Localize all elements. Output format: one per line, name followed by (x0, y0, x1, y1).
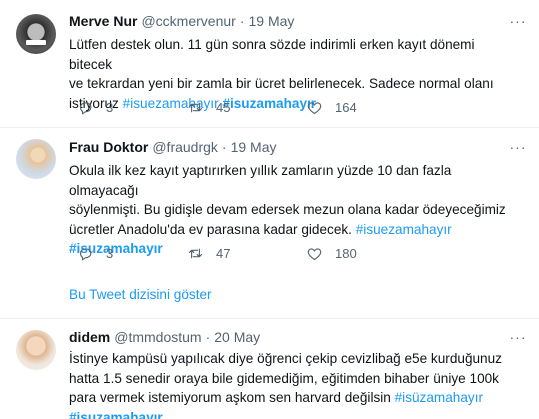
author-name[interactable]: Merve Nur (69, 13, 137, 29)
text-line: İstinye kampüsü yapılıcak diye öğrenci ç… (69, 351, 502, 366)
reply-icon (79, 247, 92, 260)
like-count: 180 (335, 245, 357, 261)
separator-dot: · (205, 329, 211, 345)
like-button[interactable]: 180 (306, 243, 357, 263)
retweet-button[interactable]: 45 (187, 97, 230, 117)
author-handle[interactable]: @cckmervenur (141, 13, 235, 29)
text-line: Lütfen destek olun. 11 gün sonra sözde i… (69, 37, 475, 72)
reply-icon (79, 101, 92, 114)
avatar[interactable] (16, 14, 56, 54)
hashtag-link[interactable]: #isüzamahayır (395, 390, 483, 405)
tweet-text: İstinye kampüsü yapılıcak diye öğrenci ç… (69, 349, 511, 419)
retweet-count: 45 (216, 99, 231, 115)
reply-button[interactable]: 3 (77, 243, 113, 263)
text-line: para vermek istemiyorum aşkom sen harvar… (69, 390, 395, 405)
separator-dot: · (239, 13, 245, 29)
retweet-count: 47 (216, 245, 231, 261)
retweet-icon (188, 102, 203, 112)
separator-dot: · (221, 139, 227, 155)
tweet-3[interactable]: didem @tmmdostum · 20 May ··· İstinye ka… (0, 319, 539, 419)
like-icon (307, 247, 322, 260)
tweet-1[interactable]: Merve Nur @cckmervenur · 19 May ··· Lütf… (0, 0, 539, 127)
author-handle[interactable]: @tmmdostum (114, 329, 201, 345)
timestamp[interactable]: 19 May (231, 139, 277, 155)
text-line: söylenmişti. Bu gidişle devam edersek me… (69, 202, 506, 217)
text-line: ücretler Anadolu'da ev parasına kadar gi… (69, 221, 356, 237)
author-name[interactable]: Frau Doktor (69, 139, 148, 155)
reply-count: 3 (106, 245, 114, 261)
more-icon[interactable]: ··· (507, 328, 529, 346)
reply-count: 3 (106, 99, 114, 115)
text-line: Okula ilk kez kayıt yaptırırken yıllık z… (69, 163, 452, 198)
tweet-actions: 3 47 180 (60, 243, 480, 263)
text-line: ve tekrardan yeni bir zamla bir ücret be… (69, 76, 494, 91)
hashtag-link[interactable]: #isuzamahayır (69, 410, 163, 419)
timestamp[interactable]: 19 May (248, 13, 294, 29)
hashtag-link[interactable]: #isuezamahayır (356, 222, 452, 237)
author-handle[interactable]: @fraudrgk (152, 139, 218, 155)
show-thread-link[interactable]: Bu Tweet dizisini göster (69, 287, 212, 302)
text-line: hatta 1.5 senedir oraya bile gidemediğim… (69, 370, 499, 386)
retweet-icon (188, 248, 203, 258)
avatar[interactable] (16, 330, 56, 370)
reply-button[interactable]: 3 (77, 97, 113, 117)
like-icon (307, 101, 322, 114)
tweet-header: didem @tmmdostum · 20 May (69, 328, 260, 346)
tweet-header: Merve Nur @cckmervenur · 19 May (69, 12, 294, 30)
retweet-button[interactable]: 47 (187, 243, 230, 263)
tweet-actions: 3 45 164 (60, 97, 480, 117)
like-count: 164 (335, 99, 357, 115)
more-icon[interactable]: ··· (507, 12, 529, 30)
more-icon[interactable]: ··· (507, 138, 529, 156)
author-name[interactable]: didem (69, 329, 110, 345)
like-button[interactable]: 164 (306, 97, 357, 117)
avatar[interactable] (16, 139, 56, 179)
tweet-2[interactable]: Frau Doktor @fraudrgk · 19 May ··· Okula… (0, 128, 539, 318)
tweet-header: Frau Doktor @fraudrgk · 19 May (69, 138, 277, 156)
timestamp[interactable]: 20 May (214, 329, 260, 345)
